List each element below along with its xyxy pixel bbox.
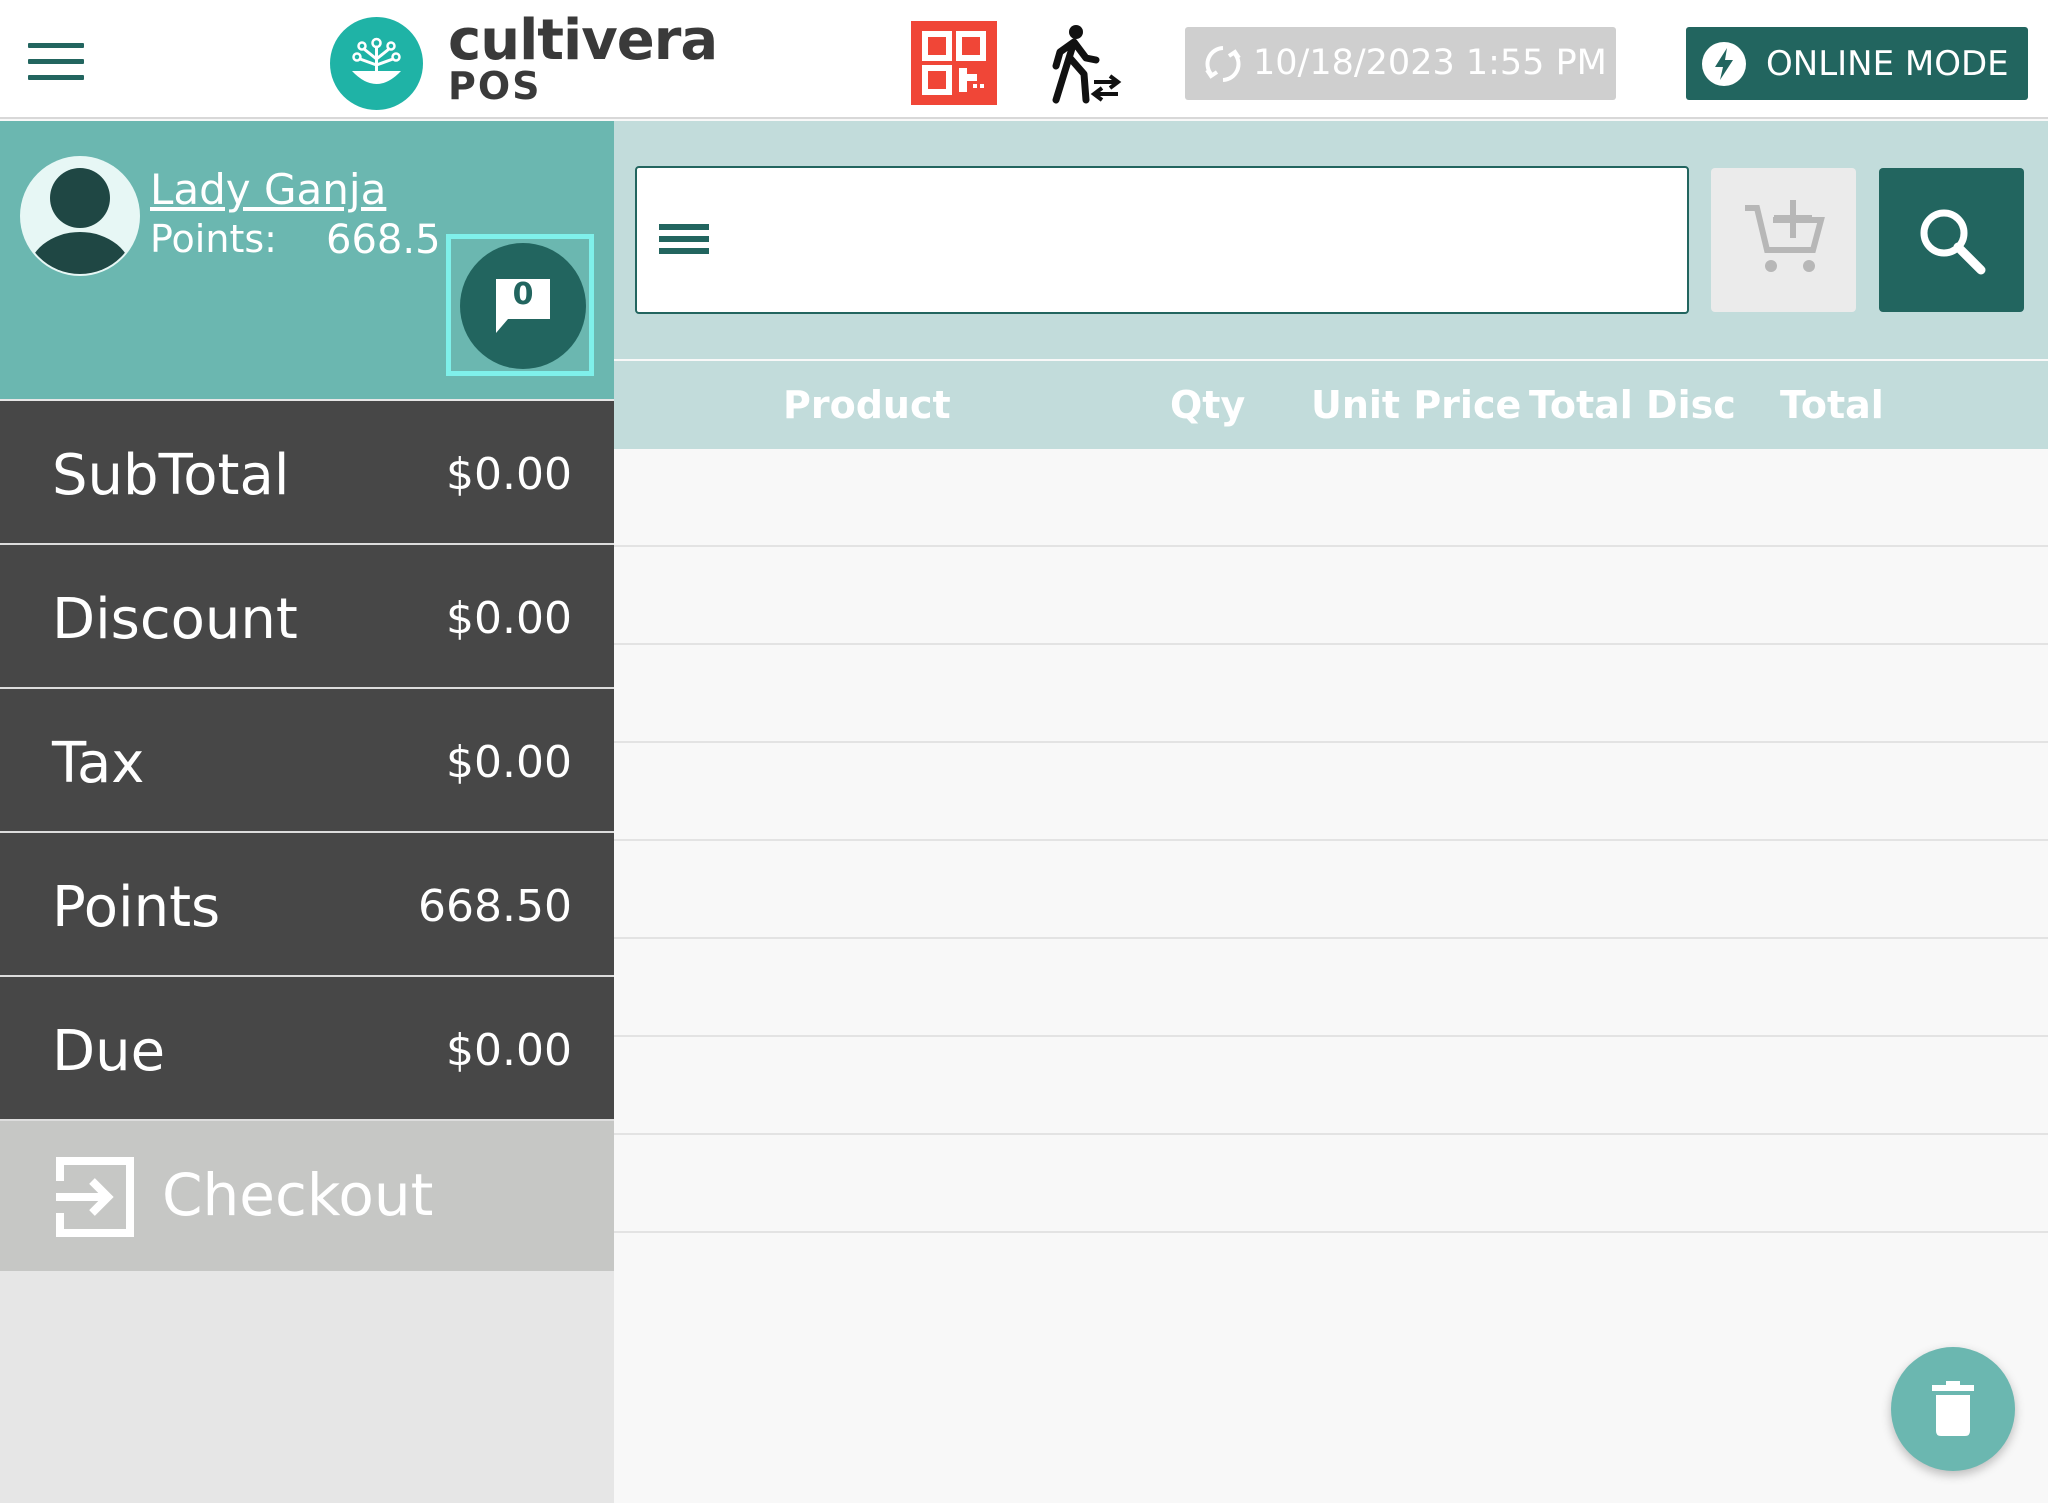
table-row-divider [614,741,2048,743]
column-header-unit-price: Unit Price [1311,383,1522,427]
menu-icon-line [28,75,84,80]
checkout-button[interactable]: Checkout [0,1121,614,1271]
subtotal-row: SubTotal $0.00 [0,401,614,545]
sync-icon [1205,46,1241,82]
column-header-product: Product [783,383,951,427]
avatar-icon[interactable] [20,156,140,276]
message-count: 0 [512,277,534,312]
cultivera-logo-icon [330,17,423,110]
product-search-bar [614,121,2048,359]
column-header-qty: Qty [1170,383,1246,427]
sync-button[interactable]: 10/18/2023 1:55 PM [1185,27,1616,100]
add-to-cart-icon [1745,200,1825,272]
table-row-divider [614,839,2048,841]
exit-arrow-icon [56,1157,134,1237]
table-row-divider [614,1133,2048,1135]
clear-cart-button[interactable] [1891,1347,2015,1471]
cart-table-header: Product Qty Unit Price Total Disc Total [614,361,2048,449]
logo-subtitle: POS [448,64,542,108]
online-mode-button[interactable]: ONLINE MODE [1686,27,2028,100]
discount-label: Discount [52,587,298,652]
search-input[interactable] [737,188,1667,294]
customer-card: Lady Ganja Points: 668.5 0 [0,121,614,399]
table-row-divider [614,1035,2048,1037]
due-label: Due [52,1019,166,1084]
tax-label: Tax [52,731,145,796]
main-menu-button[interactable] [28,43,84,80]
top-bar: cultivera POS 10/18/2023 1:55 PM ONLINE … [0,0,2048,119]
table-row-divider [614,1231,2048,1233]
tax-row: Tax $0.00 [0,689,614,833]
walk-in-transfer-button[interactable] [1046,24,1124,104]
points-label: Points [52,875,221,940]
column-header-total: Total [1780,383,1884,427]
due-value: $0.00 [446,1025,572,1076]
search-field[interactable] [635,166,1689,314]
table-row-divider [614,643,2048,645]
subtotal-label: SubTotal [52,443,290,508]
totals-list: SubTotal $0.00 Discount $0.00 Tax $0.00 … [0,401,614,1121]
list-menu-icon[interactable] [659,224,709,260]
points-value: 668.50 [418,881,572,932]
qr-code-icon [922,31,986,95]
cart-table-body [614,449,2048,1503]
subtotal-value: $0.00 [446,449,572,500]
walk-in-transfer-icon [1052,25,1122,104]
column-header-total-disc: Total Disc [1529,383,1736,427]
points-row: Points 668.50 [0,833,614,977]
online-mode-label: ONLINE MODE [1766,44,2009,84]
table-row-divider [614,937,2048,939]
checkout-label: Checkout [162,1161,434,1229]
sync-datetime: 10/18/2023 1:55 PM [1253,43,1607,83]
menu-icon-line [28,43,84,48]
trash-icon [1932,1381,1974,1436]
discount-row: Discount $0.00 [0,545,614,689]
messages-button[interactable]: 0 [446,234,594,376]
discount-value: $0.00 [446,593,572,644]
tax-value: $0.00 [446,737,572,788]
lightning-bolt-icon [1702,42,1746,86]
due-row: Due $0.00 [0,977,614,1121]
customer-points-label: Points: [150,217,277,261]
order-summary-panel: Lady Ganja Points: 668.5 0 SubTotal $0.0… [0,121,614,1503]
table-row-divider [614,545,2048,547]
messages-circle: 0 [460,243,586,369]
customer-points-value: 668.5 [326,217,441,263]
customer-name-link[interactable]: Lady Ganja [150,165,386,214]
qr-code-button[interactable] [911,21,997,105]
add-to-cart-button[interactable] [1711,168,1856,312]
search-button[interactable] [1879,168,2024,312]
search-icon [1920,209,1986,275]
menu-icon-line [28,59,84,64]
